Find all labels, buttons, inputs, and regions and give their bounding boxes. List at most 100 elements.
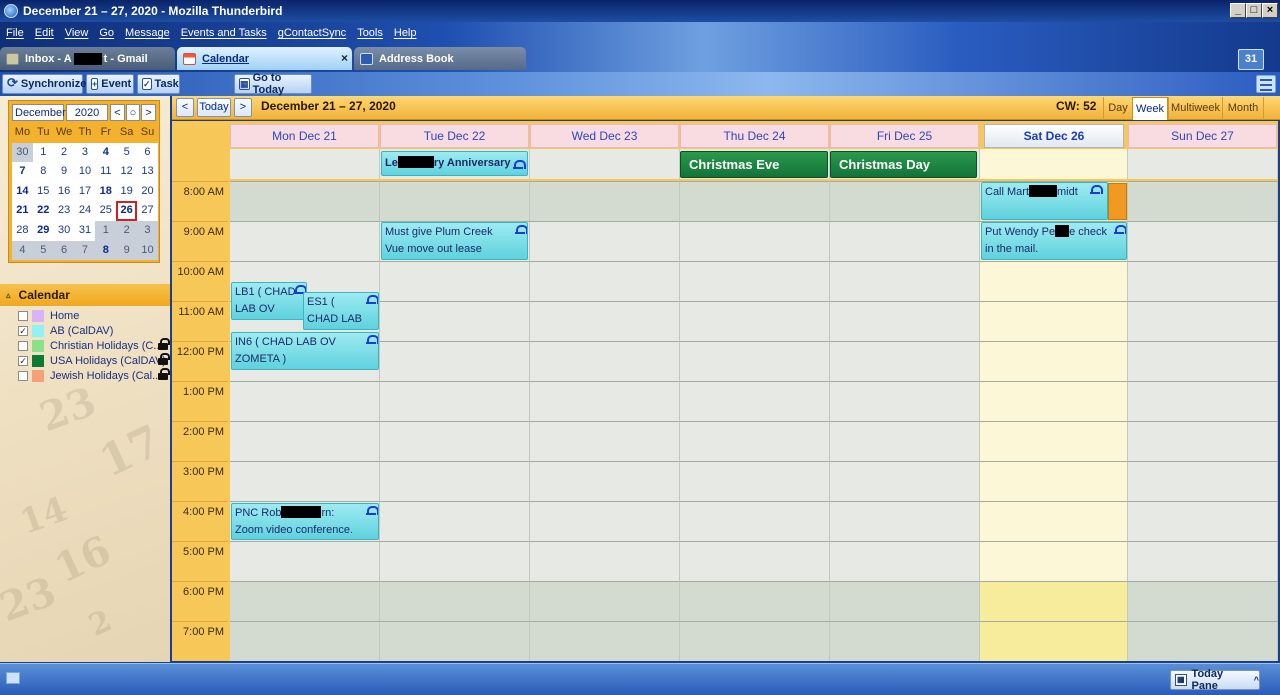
minical-next-icon[interactable]: >: [141, 104, 156, 121]
minical-day[interactable]: 3: [137, 220, 158, 241]
minical-day[interactable]: 3: [74, 142, 96, 163]
minical-day[interactable]: 17: [74, 181, 96, 202]
minical-day[interactable]: 11: [95, 162, 117, 182]
day-header[interactable]: Tue Dec 22: [380, 124, 529, 148]
day-header[interactable]: Mon Dec 21: [230, 124, 379, 148]
minical-day[interactable]: 6: [53, 240, 75, 261]
calendar-checkbox[interactable]: [18, 370, 28, 381]
day-column[interactable]: [230, 181, 380, 661]
event-overlap-marker[interactable]: [1108, 183, 1127, 220]
minical-day[interactable]: 6: [137, 142, 158, 163]
calendar-item-jewish-holidays[interactable]: Jewish Holidays (Cal...: [18, 368, 170, 383]
new-task-button[interactable]: ✓ Task: [137, 74, 180, 94]
collapse-icon[interactable]: ▵: [6, 290, 11, 301]
tab-calendar[interactable]: Calendar ×: [177, 47, 352, 70]
minical-day[interactable]: 22: [32, 201, 54, 221]
maximize-button[interactable]: □: [1246, 3, 1262, 18]
minical-day[interactable]: 5: [116, 142, 138, 163]
menu-edit[interactable]: Edit: [35, 27, 54, 39]
day-header[interactable]: Wed Dec 23: [530, 124, 679, 148]
minical-day[interactable]: 20: [137, 181, 158, 202]
next-week-button[interactable]: >: [234, 98, 252, 117]
minical-day[interactable]: 8: [32, 162, 54, 182]
menu-events-and-tasks[interactable]: Events and Tasks: [181, 27, 267, 39]
event-call[interactable]: Call Mart midt: [981, 182, 1108, 220]
synchronize-button[interactable]: ⟳ Synchronize: [2, 74, 86, 94]
minical-today-icon[interactable]: ○: [126, 104, 140, 121]
minimize-button[interactable]: _: [1230, 3, 1246, 18]
tab-address-book[interactable]: Address Book: [354, 47, 526, 70]
minical-day[interactable]: 1: [32, 142, 54, 163]
menu-tools[interactable]: Tools: [357, 27, 383, 39]
minical-day[interactable]: 10: [137, 240, 158, 261]
menu-go[interactable]: Go: [99, 27, 114, 39]
status-icon[interactable]: [6, 672, 20, 684]
allday-cell-today[interactable]: [980, 149, 1128, 179]
minical-day[interactable]: 12: [116, 162, 138, 182]
event-in6[interactable]: IN6 ( CHAD LAB OV ZOMETA ): [231, 332, 379, 370]
minical-day[interactable]: 28: [12, 220, 33, 241]
allday-event-christmas-eve[interactable]: Christmas Eve: [680, 151, 828, 178]
calendar-checkbox[interactable]: [18, 310, 28, 321]
event-pnc[interactable]: PNC Robrn: Zoom video conference. He has: [231, 503, 379, 540]
minical-day[interactable]: 18: [95, 181, 117, 202]
minical-month-select[interactable]: December: [12, 104, 66, 121]
minical-day[interactable]: 13: [137, 162, 158, 182]
minical-day[interactable]: 14: [12, 181, 33, 202]
close-window-button[interactable]: ×: [1262, 3, 1278, 18]
minical-day[interactable]: 30: [53, 220, 75, 241]
day-column[interactable]: [680, 181, 830, 661]
minical-day[interactable]: 16: [53, 181, 75, 202]
menu-view[interactable]: View: [65, 27, 89, 39]
calendar-checkbox[interactable]: ✓: [18, 355, 28, 366]
event-plum-creek[interactable]: Must give Plum Creek Vue move out lease …: [381, 222, 528, 260]
allday-cell[interactable]: [530, 149, 680, 179]
previous-week-button[interactable]: <: [176, 98, 194, 117]
app-menu-icon[interactable]: [1256, 75, 1276, 93]
today-button[interactable]: Today: [197, 98, 231, 117]
minical-day[interactable]: 4: [12, 240, 33, 261]
calendar-checkbox[interactable]: ✓: [18, 325, 28, 336]
allday-cell[interactable]: [1128, 149, 1278, 179]
minical-day[interactable]: 24: [74, 201, 96, 221]
menu-file[interactable]: File: [6, 27, 24, 39]
minical-today[interactable]: 26: [116, 201, 138, 221]
minical-year-select[interactable]: 2020: [66, 104, 108, 121]
go-to-today-button[interactable]: ▦ Go to Today: [234, 72, 312, 96]
minical-day[interactable]: 4: [95, 142, 117, 163]
close-tab-icon[interactable]: ×: [341, 51, 348, 65]
view-tab-week[interactable]: Week: [1132, 97, 1168, 120]
calendar-31-icon[interactable]: 31: [1238, 49, 1264, 70]
minical-day[interactable]: 10: [74, 162, 96, 182]
minical-day[interactable]: 29: [32, 220, 54, 241]
minical-day[interactable]: 2: [116, 220, 138, 241]
minical-day[interactable]: 27: [137, 201, 158, 221]
day-header[interactable]: Sun Dec 27: [1128, 124, 1277, 148]
day-column[interactable]: [1128, 181, 1278, 661]
calendar-item-ab[interactable]: ✓ AB (CalDAV): [18, 323, 170, 338]
minical-day[interactable]: 8: [95, 240, 117, 261]
minical-day[interactable]: 21: [12, 201, 33, 221]
menu-help[interactable]: Help: [394, 27, 417, 39]
event-lb1[interactable]: LB1 ( CHAD LAB OV: [231, 282, 307, 320]
calendar-checkbox[interactable]: [18, 340, 28, 351]
view-tab-day[interactable]: Day: [1103, 97, 1132, 120]
minical-day[interactable]: 9: [116, 240, 138, 261]
day-column[interactable]: [530, 181, 680, 661]
calendar-item-usa-holidays[interactable]: ✓ USA Holidays (CalDAV): [18, 353, 170, 368]
allday-event-christmas-day[interactable]: Christmas Day: [830, 151, 977, 178]
minical-day[interactable]: 7: [74, 240, 96, 261]
minical-day[interactable]: 25: [95, 201, 117, 221]
minical-day[interactable]: 7: [12, 162, 33, 182]
menu-message[interactable]: Message: [125, 27, 170, 39]
today-pane-button[interactable]: ▦ Today Pane ^: [1170, 668, 1260, 692]
view-tab-month[interactable]: Month: [1222, 97, 1264, 120]
minical-day[interactable]: 23: [53, 201, 75, 221]
minical-day[interactable]: 5: [32, 240, 54, 261]
calendar-list-header[interactable]: ▵ Calendar: [0, 284, 170, 306]
tab-inbox[interactable]: Inbox - A t - Gmail: [0, 47, 175, 70]
minical-day[interactable]: 1: [95, 220, 117, 241]
minical-prev-icon[interactable]: <: [110, 104, 125, 121]
allday-cell[interactable]: [230, 149, 380, 179]
minical-day[interactable]: 19: [116, 181, 138, 202]
